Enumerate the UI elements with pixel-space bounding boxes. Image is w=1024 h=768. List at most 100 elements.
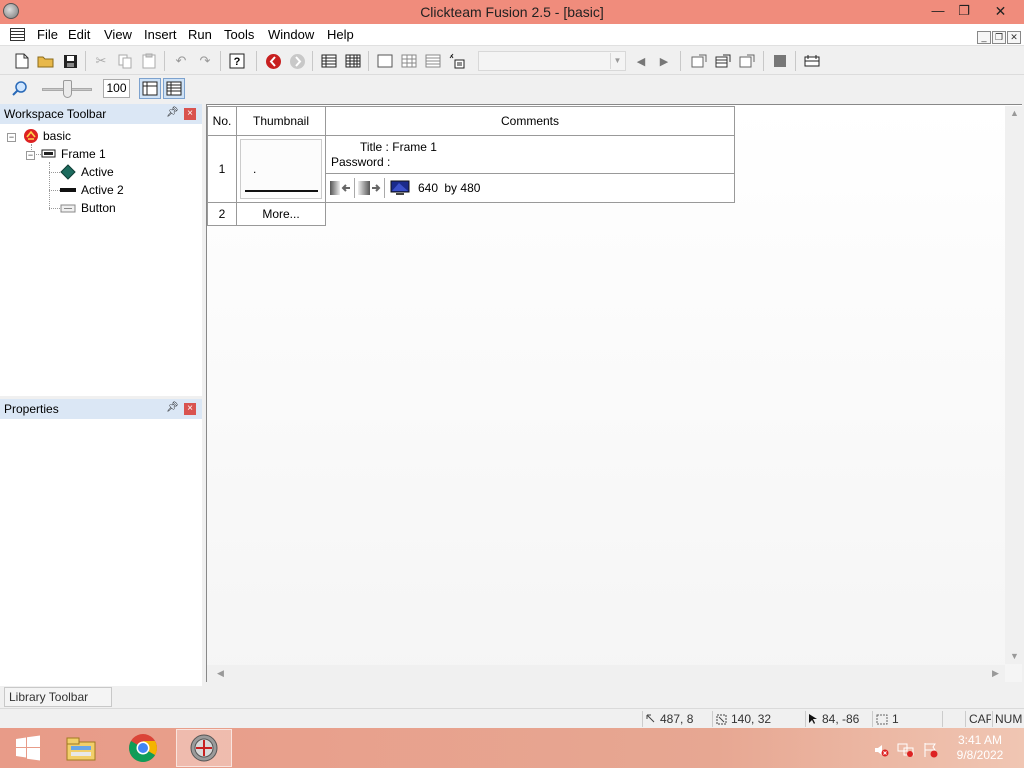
toolbar-separator — [368, 51, 369, 71]
scroll-left-icon[interactable]: ◀ — [217, 668, 224, 679]
save-icon[interactable] — [61, 52, 79, 70]
frame-number: 1 — [207, 135, 237, 203]
workspace-toolbar-title: Workspace Toolbar — [4, 107, 107, 121]
tree-node-object[interactable]: Active 2 — [60, 182, 124, 198]
close-button[interactable]: ✕ — [977, 0, 1024, 22]
mdi-restore-button[interactable]: ❐ — [992, 31, 1006, 44]
menu-run[interactable]: Run — [188, 27, 212, 42]
forward-icon[interactable] — [288, 52, 306, 70]
copy-icon[interactable] — [116, 52, 134, 70]
frame-comments[interactable]: Title : Frame 1 Password : — [325, 135, 735, 174]
cursor-position-icon — [646, 714, 655, 723]
collapse-toggle[interactable]: − — [26, 151, 35, 160]
horizontal-scrollbar[interactable]: ◀ ▶ — [207, 665, 1005, 682]
next-frame-icon[interactable]: ▶ — [655, 52, 673, 70]
cut-icon[interactable]: ✂ — [92, 52, 110, 70]
clock-time: 3:41 AM — [957, 733, 1003, 747]
tree-node-application[interactable]: basic — [23, 128, 71, 144]
frame-thumbnail[interactable]: . — [236, 135, 326, 203]
zoom-icon[interactable] — [11, 80, 29, 98]
run-frame-icon[interactable] — [714, 52, 732, 70]
mdi-close-button[interactable]: ✕ — [1007, 31, 1021, 44]
toolbar-separator — [680, 51, 681, 71]
scroll-up-icon[interactable]: ▲ — [1010, 108, 1019, 118]
back-icon[interactable] — [264, 52, 282, 70]
properties-title: Properties — [4, 402, 59, 416]
status-selection-size: 140, 32 — [716, 712, 771, 726]
frame-list-view-toggle[interactable] — [163, 78, 185, 99]
selection-size-value: 140, 32 — [731, 712, 772, 726]
redo-icon[interactable]: ↷ — [196, 52, 214, 70]
zoom-slider-thumb[interactable] — [63, 80, 72, 98]
file-explorer-icon — [66, 737, 96, 761]
open-folder-icon[interactable] — [37, 52, 55, 70]
toolbar-separator — [256, 51, 257, 71]
pin-icon[interactable]: 📌︎ — [166, 402, 179, 413]
stop-icon[interactable] — [771, 52, 789, 70]
network-icon[interactable] — [897, 742, 915, 761]
tree-node-frame[interactable]: Frame 1 — [41, 146, 106, 162]
fade-out-icon[interactable] — [357, 178, 385, 198]
library-toolbar-tab[interactable]: Library Toolbar — [4, 687, 112, 707]
column-header-thumbnail: Thumbnail — [236, 106, 326, 136]
paste-icon[interactable] — [140, 52, 158, 70]
pin-icon[interactable]: 📌︎ — [166, 107, 179, 118]
file-explorer-button[interactable] — [53, 729, 109, 767]
fade-in-icon[interactable] — [329, 178, 355, 198]
minimize-button[interactable]: — — [925, 0, 951, 22]
maximize-button[interactable]: ❐ — [951, 0, 977, 22]
frame-height: 480 — [460, 181, 481, 195]
menu-file[interactable]: File — [37, 27, 58, 42]
menu-insert[interactable]: Insert — [144, 27, 177, 42]
event-list-icon[interactable] — [344, 52, 362, 70]
document-menu-icon[interactable] — [10, 28, 25, 41]
menu-view[interactable]: View — [104, 27, 132, 42]
taskbar-clock[interactable]: 3:41 AM 9/8/2022 — [948, 733, 1012, 763]
status-cursor-position: 487, 8 — [646, 712, 693, 726]
svg-text:?: ? — [234, 56, 241, 68]
undo-icon[interactable]: ↶ — [172, 52, 190, 70]
toolbar-separator — [763, 51, 764, 71]
frame-icon — [41, 149, 56, 158]
more-frames-button[interactable]: More... — [236, 202, 326, 226]
title-bar: Clickteam Fusion 2.5 - [basic] — ❐ ✕ — [0, 0, 1024, 24]
start-button[interactable] — [0, 729, 56, 767]
volume-muted-icon[interactable] — [873, 742, 889, 761]
chrome-button[interactable] — [115, 729, 171, 767]
event-editor-icon[interactable] — [400, 52, 418, 70]
toolbar-separator — [220, 51, 221, 71]
close-icon[interactable]: × — [184, 108, 196, 120]
frame-size-separator: by — [444, 181, 458, 195]
scroll-right-icon[interactable]: ▶ — [992, 668, 999, 679]
frame-selector-dropdown[interactable]: ▼ — [478, 51, 626, 71]
zoom-value-field[interactable]: 100 — [103, 79, 130, 98]
menu-tools[interactable]: Tools — [224, 27, 254, 42]
chevron-down-icon[interactable]: ▼ — [610, 53, 624, 69]
run-application-icon[interactable] — [690, 52, 708, 70]
frame-width: 640 — [418, 181, 439, 195]
mdi-minimize-button[interactable]: _ — [977, 31, 991, 44]
scroll-down-icon[interactable]: ▼ — [1010, 651, 1019, 661]
tree-node-object[interactable]: Active — [60, 164, 114, 180]
previous-frame-icon[interactable]: ◀ — [632, 52, 650, 70]
clickteam-fusion-button[interactable] — [176, 729, 232, 767]
storyboard-view-toggle[interactable] — [139, 78, 161, 99]
help-icon[interactable]: ? — [228, 52, 246, 70]
data-elements-icon[interactable] — [448, 52, 466, 70]
new-file-icon[interactable] — [13, 52, 31, 70]
collapse-toggle[interactable]: − — [7, 133, 16, 142]
frame-editor-icon[interactable] — [376, 52, 394, 70]
close-icon[interactable]: × — [184, 403, 196, 415]
vertical-scrollbar[interactable]: ▲ ▼ — [1005, 106, 1022, 664]
tree-node-object[interactable]: Button — [60, 200, 116, 216]
menu-edit[interactable]: Edit — [68, 27, 90, 42]
list-view-icon[interactable] — [424, 52, 442, 70]
menu-help[interactable]: Help — [327, 27, 354, 42]
storyboard-editor-icon[interactable] — [320, 52, 338, 70]
build-icon[interactable] — [803, 52, 821, 70]
run-project-icon[interactable] — [738, 52, 756, 70]
workspace-toolbar-header: Workspace Toolbar 📌︎ × — [0, 104, 202, 124]
action-center-icon[interactable] — [922, 742, 938, 761]
menu-window[interactable]: Window — [268, 27, 314, 42]
clickteam-fusion-icon — [190, 734, 218, 762]
